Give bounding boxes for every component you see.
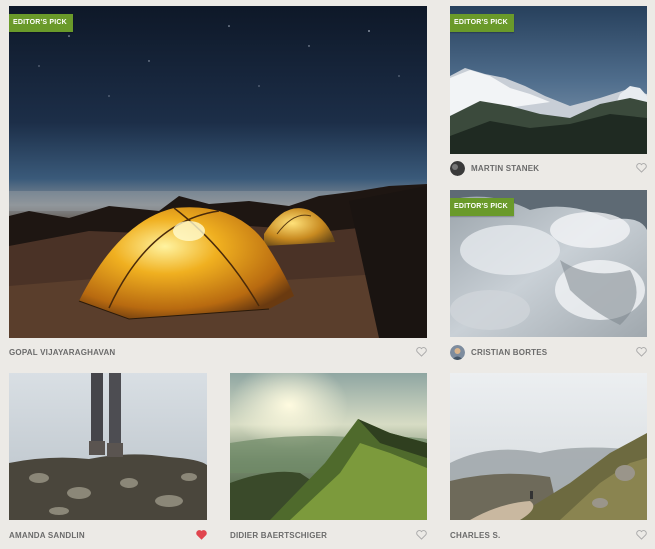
photo-meta: AMANDA SANDLIN — [9, 526, 207, 544]
author-name[interactable]: CRISTIAN BORTES — [471, 348, 547, 357]
photo-meta: DIDIER BAERTSCHIGER — [230, 526, 427, 544]
author-name[interactable]: CHARLES S. — [450, 531, 500, 540]
avatar[interactable] — [450, 344, 465, 360]
photo-meta: CRISTIAN BORTES — [450, 343, 647, 361]
photo-card: EDITOR'S PICK CRISTIAN BORTES — [450, 190, 647, 364]
author-name[interactable]: AMANDA SANDLIN — [9, 531, 85, 540]
heart-icon[interactable] — [635, 530, 647, 541]
heart-icon[interactable] — [195, 530, 207, 541]
photo-hiker-legs[interactable] — [9, 373, 207, 520]
photo-cloud-aerial[interactable]: EDITOR'S PICK — [450, 190, 647, 337]
author-name[interactable]: GOPAL VIJAYARAGHAVAN — [9, 348, 115, 357]
heart-icon[interactable] — [415, 347, 427, 358]
heart-icon[interactable] — [635, 163, 647, 174]
author-name[interactable]: DIDIER BAERTSCHIGER — [230, 531, 327, 540]
heart-icon[interactable] — [415, 530, 427, 541]
photo-green-ridge[interactable] — [230, 373, 427, 520]
photo-card: EDITOR'S PICK GOPAL VIJAYARAGHAVAN — [9, 6, 427, 364]
photo-card: AMANDA SANDLIN — [9, 373, 207, 543]
author-name[interactable]: MARTIN STANEK — [471, 164, 539, 173]
photo-meta: GOPAL VIJAYARAGHAVAN — [9, 343, 427, 361]
editors-pick-badge: EDITOR'S PICK — [9, 14, 73, 32]
photo-card: CHARLES S. — [450, 373, 647, 543]
heart-icon[interactable] — [635, 347, 647, 358]
editors-pick-badge: EDITOR'S PICK — [450, 198, 514, 216]
photo-card: EDITOR'S PICK MARTIN STANEK — [450, 6, 647, 181]
photo-snowy-mountains[interactable]: EDITOR'S PICK — [450, 6, 647, 154]
avatar[interactable] — [450, 160, 465, 176]
photo-meta: CHARLES S. — [450, 526, 647, 544]
editors-pick-badge: EDITOR'S PICK — [450, 14, 514, 32]
photo-mountain-trail[interactable] — [450, 373, 647, 520]
photo-camping-tents[interactable]: EDITOR'S PICK — [9, 6, 427, 338]
photo-card: DIDIER BAERTSCHIGER — [230, 373, 427, 543]
photo-meta: MARTIN STANEK — [450, 159, 647, 177]
